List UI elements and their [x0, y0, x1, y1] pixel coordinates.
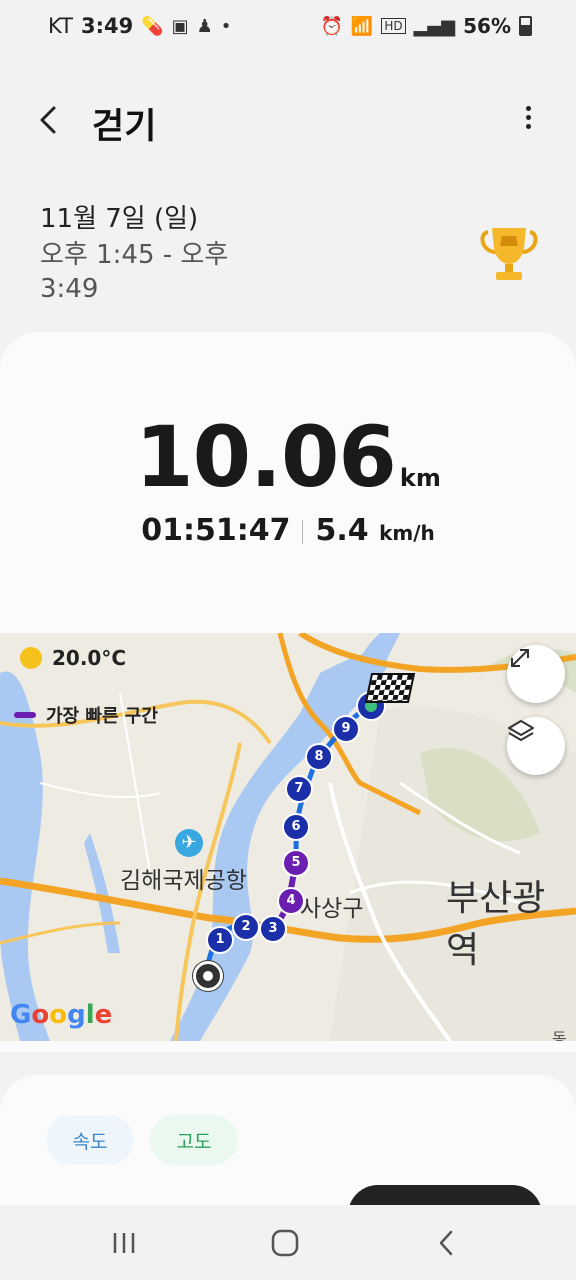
trophy-icon[interactable]: [480, 222, 538, 282]
temperature-value: 20.0°C: [52, 646, 127, 670]
district-label: 사상구: [300, 896, 364, 922]
marker-6[interactable]: 6: [282, 813, 310, 841]
expand-icon: [511, 649, 529, 667]
speed-value: 5.4: [315, 513, 369, 548]
pill-icon: 💊: [141, 15, 164, 37]
recent-apps-button[interactable]: [94, 1225, 154, 1261]
workout-time-range: 오후 1:45 - 오후 3:49: [40, 240, 229, 304]
airport-label: 김해국제공항: [120, 868, 247, 894]
more-options-button[interactable]: [516, 102, 540, 138]
marker-8[interactable]: 8: [305, 743, 333, 771]
home-button[interactable]: [255, 1225, 315, 1261]
distance-unit: km: [399, 464, 441, 492]
duration-value: 01:51:47: [141, 513, 291, 548]
partial-label: 동: [552, 1029, 567, 1041]
clock: 3:49: [80, 14, 134, 38]
route-map[interactable]: 김해국제공항 ✈ 사상구 부산광역 동 1 2 3 4 5 6 7 8 9: [0, 633, 576, 1041]
marker-4[interactable]: 4: [277, 887, 305, 915]
home-icon: [271, 1229, 299, 1257]
header: 걷기: [0, 80, 576, 160]
image-icon: ▣: [171, 15, 189, 37]
tab-altitude[interactable]: 고도: [150, 1115, 238, 1165]
city-label: 부산광역: [446, 878, 546, 971]
alarm-icon: ⏰: [320, 15, 343, 37]
battery-percent: 56%: [463, 14, 511, 38]
stats-divider: [302, 519, 304, 544]
workout-date: 11월 7일 (일): [40, 204, 199, 234]
status-bar: KT 3:49 💊 ▣ ♟ • ⏰ 📶 HD ▂▄▆ 56%: [0, 0, 576, 56]
recent-apps-icon: [113, 1233, 135, 1253]
back-arrow-icon: [40, 106, 56, 134]
tab-speed[interactable]: 속도: [46, 1115, 134, 1165]
system-back-button[interactable]: [416, 1225, 476, 1261]
person-icon: ♟: [196, 15, 213, 37]
route-start-marker[interactable]: [193, 961, 223, 991]
carrier-label: KT: [48, 14, 73, 38]
legend-label: 가장 빠른 구간: [46, 706, 158, 727]
status-right: ⏰ 📶 HD ▂▄▆ 56%: [320, 14, 532, 38]
more-dot-icon: [525, 124, 531, 129]
weather-info: 20.0°C: [20, 646, 126, 670]
map-layers-button[interactable]: [507, 717, 565, 775]
finish-flag-icon: [364, 673, 416, 703]
marker-2[interactable]: 2: [232, 913, 260, 941]
dot-icon: •: [220, 15, 232, 37]
legend-swatch: [14, 712, 36, 718]
stats-row: 01:51:47 5.4 km/h: [0, 513, 576, 548]
speed-unit: km/h: [379, 521, 435, 545]
layers-icon: [508, 720, 534, 741]
wifi-icon: 📶: [350, 15, 374, 37]
fastest-section-legend: 가장 빠른 구간: [14, 702, 158, 728]
expand-map-button[interactable]: [507, 645, 565, 703]
distance-display: 10.06 km: [0, 408, 576, 506]
more-dot-icon: [525, 115, 531, 120]
battery-icon: [519, 16, 532, 36]
marker-3[interactable]: 3: [259, 915, 287, 943]
more-dot-icon: [525, 106, 531, 111]
marker-5[interactable]: 5: [282, 849, 310, 877]
marker-7[interactable]: 7: [285, 775, 313, 803]
distance-value: 10.06: [135, 408, 397, 506]
page-title: 걷기: [92, 107, 157, 147]
system-back-icon: [439, 1230, 453, 1256]
marker-1[interactable]: 1: [206, 926, 234, 954]
hd-icon: HD: [381, 18, 406, 34]
system-nav-bar: [0, 1205, 576, 1280]
status-left: KT 3:49 💊 ▣ ♟ •: [48, 14, 231, 38]
marker-9[interactable]: 9: [332, 715, 360, 743]
google-logo: Google: [10, 1000, 113, 1030]
airport-icon: ✈: [175, 829, 203, 857]
signal-icon: ▂▄▆: [413, 15, 456, 37]
back-button[interactable]: [30, 100, 70, 140]
sun-icon: [20, 647, 42, 669]
